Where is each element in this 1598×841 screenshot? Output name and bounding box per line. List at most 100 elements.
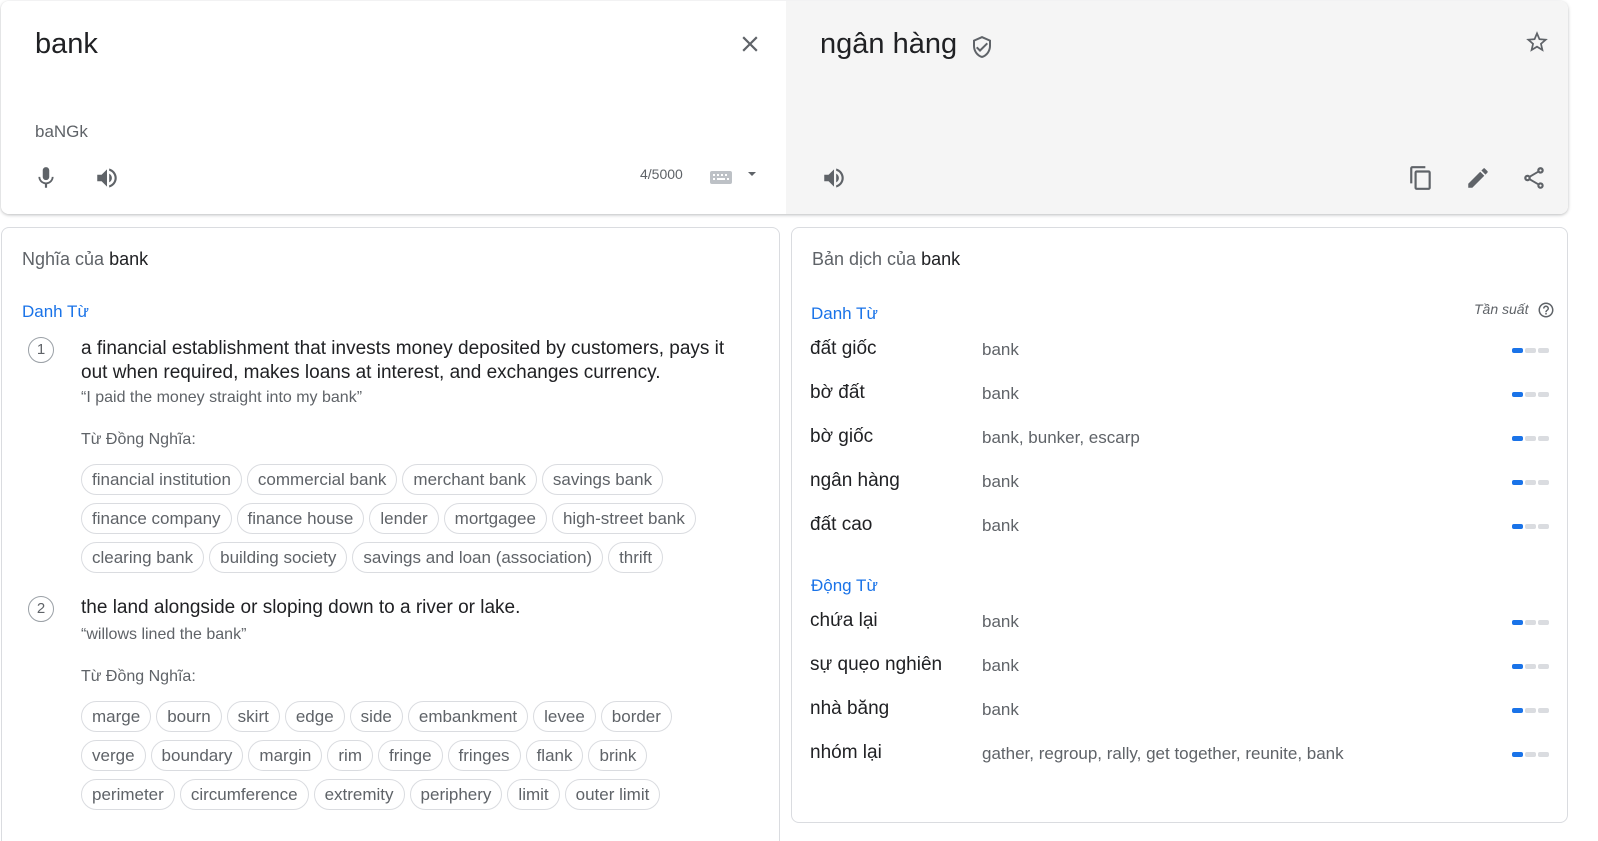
synonym-chip[interactable]: embankment (407, 701, 529, 732)
frequency-segment (1525, 348, 1536, 353)
synonym-chip[interactable]: brink (588, 740, 648, 771)
synonym-row: finance company finance house lender mortga… (81, 503, 696, 534)
frequency-segment (1512, 664, 1523, 669)
synonym-chip[interactable]: bourn (156, 701, 222, 732)
synonym-chip[interactable]: merchant bank (402, 464, 537, 495)
frequency-segment (1512, 620, 1523, 625)
synonym-chip[interactable]: finance house (236, 503, 365, 534)
synonym-chip[interactable]: savings bank (541, 464, 664, 495)
translation-row[interactable]: ngân hàng bank (792, 470, 1567, 514)
synonym-chip[interactable]: border (600, 701, 672, 732)
synonym-chip[interactable]: outer limit (564, 779, 661, 810)
translation-row[interactable]: nhóm lại gather, regroup, rally, get tog… (792, 742, 1567, 786)
synonym-chip[interactable]: side (349, 701, 403, 732)
synonym-chip[interactable]: edge (284, 701, 345, 732)
synonym-chip[interactable]: clearing bank (81, 542, 205, 573)
translation-word: sự quẹo nghiên (810, 654, 943, 675)
synonym-chip[interactable]: mortgagee (443, 503, 547, 534)
synonym-chip[interactable]: savings and loan (association) (352, 542, 604, 573)
synonym-chip[interactable]: building society (209, 542, 348, 573)
frequency-segment (1538, 348, 1549, 353)
edit-pencil-icon[interactable] (1465, 165, 1491, 191)
frequency-segment (1525, 752, 1536, 757)
back-translations: bank, bunker, escarp (982, 428, 1140, 447)
clear-icon[interactable] (737, 31, 763, 57)
definition-number: 2 (28, 596, 54, 622)
copy-icon[interactable] (1408, 164, 1434, 192)
synonym-chip[interactable]: commercial bank (246, 464, 398, 495)
synonym-chip[interactable]: levee (533, 701, 596, 732)
help-icon[interactable] (1537, 301, 1555, 319)
definition-example: “willows lined the bank” (81, 626, 247, 643)
translation-row[interactable]: đất cao bank (792, 514, 1567, 558)
back-translations: bank (982, 656, 1019, 675)
frequency-segment (1538, 664, 1549, 669)
synonym-row: financial institution commercial bank merc… (81, 464, 664, 495)
frequency-segment (1538, 620, 1549, 625)
back-translations: bank (982, 472, 1019, 491)
microphone-icon[interactable] (33, 165, 59, 191)
back-translations: bank (982, 340, 1019, 359)
translation-word: bờ đất (810, 382, 865, 403)
star-icon[interactable] (1524, 29, 1550, 55)
frequency-label: Tần suất (1474, 301, 1529, 317)
translation-row[interactable]: sự quẹo nghiên bank (792, 654, 1567, 698)
frequency-segment (1512, 708, 1523, 713)
definitions-title: Nghĩa của bank (22, 249, 148, 270)
target-text: ngân hàng (820, 28, 958, 60)
synonym-chip[interactable]: flank (525, 740, 584, 771)
back-translations: bank (982, 612, 1019, 631)
frequency-segment (1538, 392, 1549, 397)
definition-text: a financial establishment that invests m… (81, 338, 725, 383)
synonym-chip[interactable]: circumference (179, 779, 309, 810)
verified-shield-icon (970, 34, 994, 60)
source-text[interactable]: bank (35, 28, 98, 61)
frequency-segment (1538, 524, 1549, 529)
synonym-chip[interactable]: skirt (226, 701, 280, 732)
speaker-icon[interactable] (93, 165, 121, 191)
translation-word: ngân hàng (810, 470, 900, 491)
translation-row[interactable]: nhà băng bank (792, 698, 1567, 742)
frequency-segment (1512, 524, 1523, 529)
translation-row[interactable]: bờ giốc bank, bunker, escarp (792, 426, 1567, 470)
frequency-segment (1525, 436, 1536, 441)
frequency-segment (1512, 392, 1523, 397)
synonym-chip[interactable]: high-street bank (551, 503, 696, 534)
frequency-segment (1525, 480, 1536, 485)
translations-card: Bản dịch của bank Danh Từ Tần suất đất g… (791, 227, 1568, 823)
synonym-chip[interactable]: marge (81, 701, 152, 732)
translations-title: Bản dịch của bank (812, 249, 960, 270)
speaker-icon[interactable] (820, 165, 848, 191)
translation-word: đất cao (810, 514, 873, 535)
keyboard-icon[interactable] (710, 169, 760, 185)
frequency-segment (1525, 392, 1536, 397)
definitions-title-prefix: Nghĩa của (22, 249, 105, 269)
translation-word: đất giốc (810, 338, 877, 359)
translation-row[interactable]: bờ đất bank (792, 382, 1567, 426)
synonym-chip[interactable]: fringe (378, 740, 443, 771)
synonym-chip[interactable]: lender (369, 503, 439, 534)
synonym-chip[interactable]: limit (507, 779, 560, 810)
frequency-segment (1525, 664, 1536, 669)
translation-row[interactable]: đất giốc bank (792, 338, 1567, 382)
synonym-chip[interactable]: boundary (150, 740, 244, 771)
back-translations: bank (982, 384, 1019, 403)
translation-row[interactable]: chứa lại bank (792, 610, 1567, 654)
synonym-chip[interactable]: finance company (81, 503, 232, 534)
synonym-chip[interactable]: margin (248, 740, 323, 771)
synonym-chip[interactable]: periphery (409, 779, 503, 810)
frequency-segment (1538, 752, 1549, 757)
synonyms-label: Từ Đồng Nghĩa: (81, 431, 196, 448)
synonym-chip[interactable]: financial institution (81, 464, 242, 495)
synonym-chip[interactable]: extremity (313, 779, 405, 810)
frequency-segment (1525, 708, 1536, 713)
synonym-chip[interactable]: perimeter (81, 779, 175, 810)
synonym-chip[interactable]: verge (81, 740, 146, 771)
synonym-chip[interactable]: fringes (447, 740, 521, 771)
share-icon[interactable] (1521, 165, 1547, 191)
frequency-bar (1512, 348, 1549, 353)
synonym-chip[interactable]: thrift (608, 542, 664, 573)
part-of-speech-noun: Danh Từ (22, 302, 89, 321)
translation-word: nhóm lại (810, 742, 882, 763)
synonym-chip[interactable]: rim (327, 740, 373, 771)
